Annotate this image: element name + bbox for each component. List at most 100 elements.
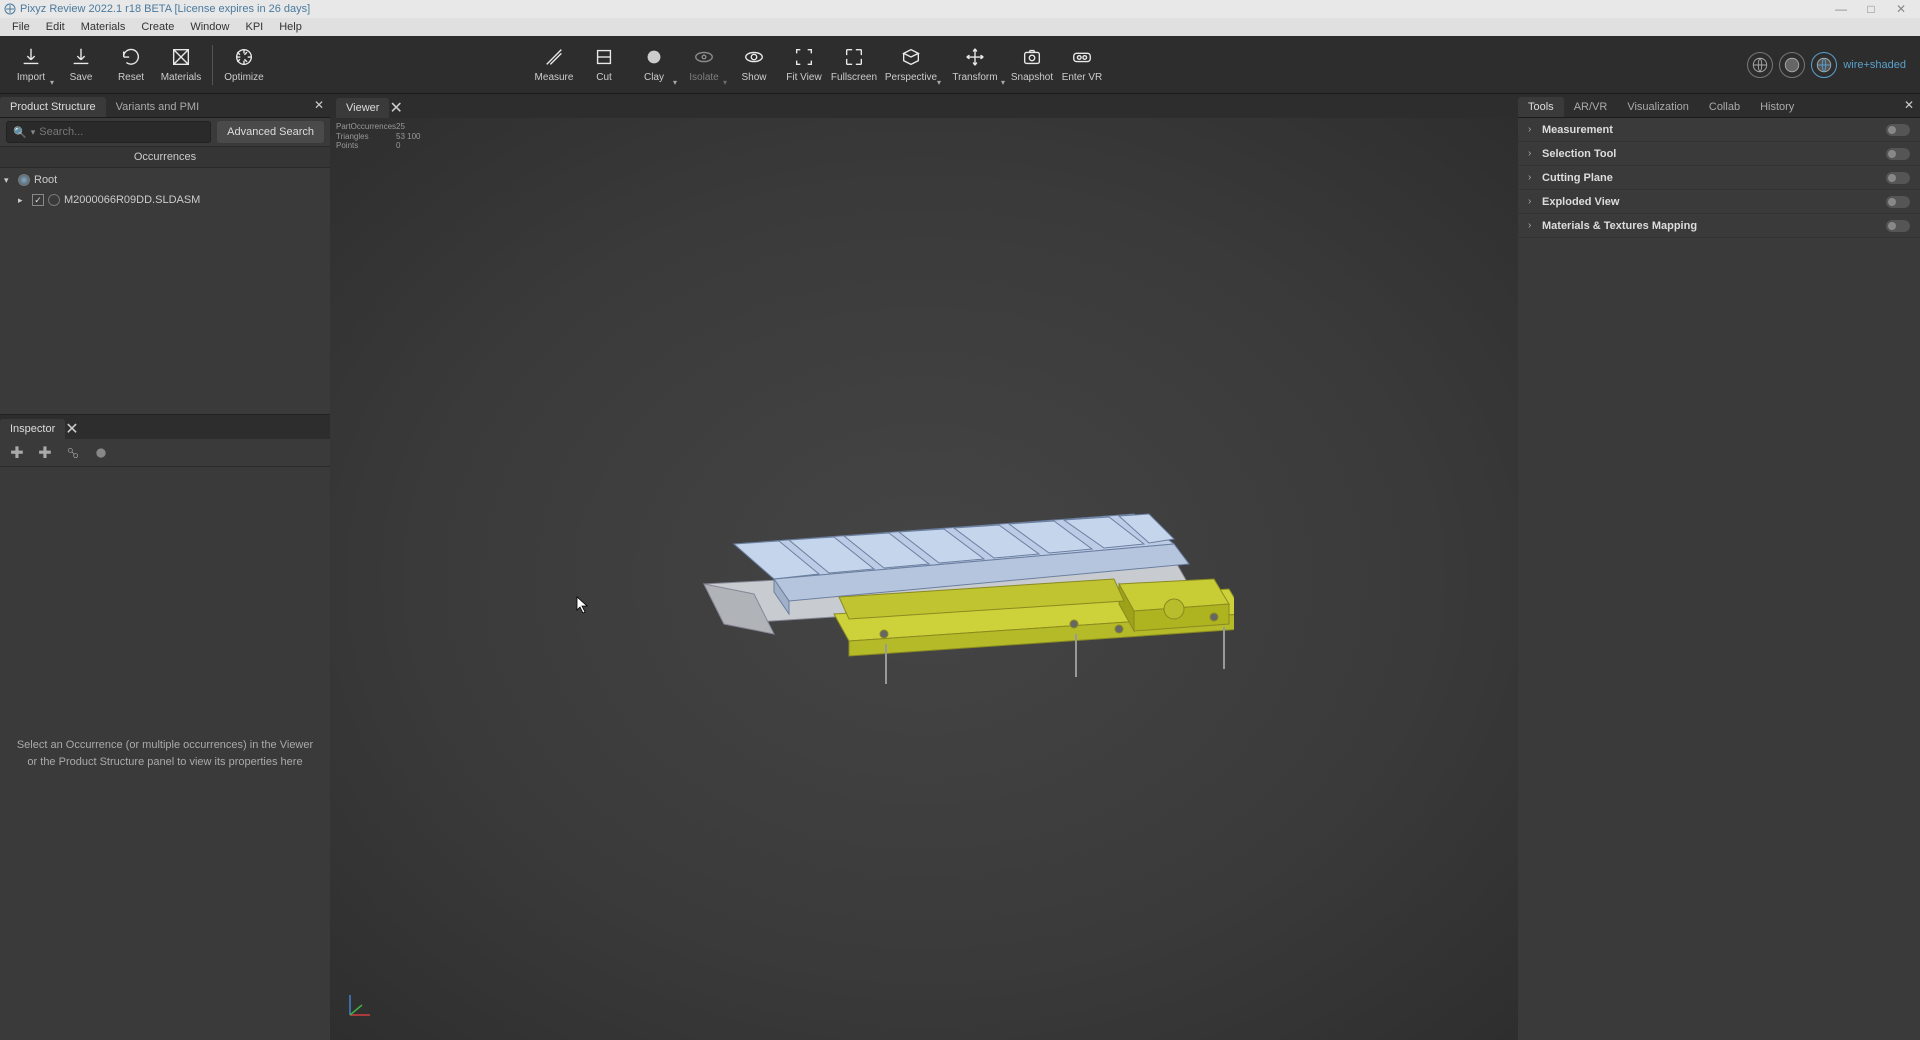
menu-kpi[interactable]: KPI bbox=[237, 21, 271, 33]
render-mode-label: wire+shaded bbox=[1843, 59, 1906, 71]
snapshot-icon bbox=[1021, 46, 1043, 68]
tab-tools[interactable]: Tools bbox=[1518, 97, 1564, 117]
measure-icon bbox=[543, 46, 565, 68]
window-title: Pixyz Review 2022.1 r18 BETA [License ex… bbox=[20, 3, 310, 15]
show-button[interactable]: Show bbox=[729, 39, 779, 91]
menu-materials[interactable]: Materials bbox=[73, 21, 134, 33]
close-inspector-button[interactable]: ✕ bbox=[65, 419, 78, 439]
tool-exploded-view[interactable]: › Exploded View bbox=[1518, 190, 1920, 214]
tool-cutting-plane[interactable]: › Cutting Plane bbox=[1518, 166, 1920, 190]
save-button[interactable]: Save bbox=[56, 39, 106, 91]
advanced-search-button[interactable]: Advanced Search bbox=[217, 121, 324, 143]
tree-root-row[interactable]: ▾ Root bbox=[0, 170, 330, 190]
expand-icon[interactable]: ▸ bbox=[18, 195, 28, 206]
tool-materials-textures[interactable]: › Materials & Textures Mapping bbox=[1518, 214, 1920, 238]
collapse-icon[interactable]: ▾ bbox=[4, 175, 14, 186]
toolbar-separator bbox=[212, 45, 213, 85]
app-logo-icon bbox=[4, 3, 16, 15]
tab-collab[interactable]: Collab bbox=[1699, 97, 1750, 117]
snapshot-button[interactable]: Snapshot bbox=[1007, 39, 1057, 91]
tools-list: › Measurement › Selection Tool › Cutting… bbox=[1518, 118, 1920, 238]
inspector-panel: Inspector ✕ ✚ ✚ Select an Occurrence (or… bbox=[0, 414, 330, 1040]
chevron-right-icon: › bbox=[1528, 220, 1542, 231]
toggle-switch[interactable] bbox=[1886, 148, 1910, 160]
render-mode-selector[interactable]: wire+shaded bbox=[1747, 52, 1914, 78]
fit-view-icon bbox=[793, 46, 815, 68]
vr-icon bbox=[1071, 46, 1093, 68]
reset-icon bbox=[120, 46, 142, 68]
model-view bbox=[614, 429, 1234, 729]
toggle-switch[interactable] bbox=[1886, 220, 1910, 232]
close-panel-button[interactable]: ✕ bbox=[314, 98, 324, 112]
minimize-button[interactable]: — bbox=[1826, 2, 1856, 16]
cursor-icon bbox=[576, 596, 590, 614]
right-tab-row: Tools AR/VR Visualization Collab History… bbox=[1518, 94, 1920, 118]
chevron-down-icon: ▾ bbox=[50, 78, 54, 87]
viewport-stats: PartOccurrences25 Triangles53 100 Points… bbox=[336, 122, 420, 151]
tab-product-structure[interactable]: Product Structure bbox=[0, 97, 106, 117]
transform-button[interactable]: Transform ▾ bbox=[943, 39, 1007, 91]
viewport-3d[interactable]: PartOccurrences25 Triangles53 100 Points… bbox=[330, 118, 1518, 1040]
tree-child-row[interactable]: ▸ ✓ M2000066R09DD.SLDASM bbox=[0, 190, 330, 210]
node-icon bbox=[48, 194, 60, 206]
add-icon[interactable]: ✚ bbox=[8, 444, 26, 462]
toggle-switch[interactable] bbox=[1886, 196, 1910, 208]
clay-icon bbox=[643, 46, 665, 68]
menu-help[interactable]: Help bbox=[271, 21, 310, 33]
left-tab-row: Product Structure Variants and PMI ✕ bbox=[0, 94, 330, 118]
toggle-switch[interactable] bbox=[1886, 172, 1910, 184]
cut-icon bbox=[593, 46, 615, 68]
maximize-button[interactable]: □ bbox=[1856, 2, 1886, 16]
tab-viewer[interactable]: Viewer bbox=[336, 98, 389, 118]
filter-dropdown-icon[interactable]: ▾ bbox=[31, 127, 36, 138]
tab-arvr[interactable]: AR/VR bbox=[1564, 97, 1618, 117]
right-panel: Tools AR/VR Visualization Collab History… bbox=[1518, 94, 1920, 1040]
close-right-panel-button[interactable]: ✕ bbox=[1904, 98, 1914, 112]
menu-file[interactable]: File bbox=[4, 21, 38, 33]
optimize-icon bbox=[233, 46, 255, 68]
close-window-button[interactable]: ✕ bbox=[1886, 2, 1916, 16]
materials-icon bbox=[170, 46, 192, 68]
tab-visualization[interactable]: Visualization bbox=[1617, 97, 1699, 117]
chevron-down-icon: ▾ bbox=[937, 78, 941, 87]
measure-button[interactable]: Measure bbox=[529, 39, 579, 91]
title-bar: Pixyz Review 2022.1 r18 BETA [License ex… bbox=[0, 0, 1920, 18]
optimize-button[interactable]: Optimize bbox=[219, 39, 269, 91]
perspective-button[interactable]: Perspective ▾ bbox=[879, 39, 943, 91]
tab-inspector[interactable]: Inspector bbox=[0, 419, 65, 439]
axis-gizmo bbox=[344, 991, 374, 1026]
fullscreen-button[interactable]: Fullscreen bbox=[829, 39, 879, 91]
add-alt-icon[interactable]: ✚ bbox=[36, 444, 54, 462]
search-input[interactable]: 🔍 ▾ Search... bbox=[6, 121, 211, 143]
isolate-button[interactable]: Isolate ▾ bbox=[679, 39, 729, 91]
inspector-hint: Select an Occurrence (or multiple occurr… bbox=[0, 737, 330, 770]
menu-edit[interactable]: Edit bbox=[38, 21, 73, 33]
tool-selection[interactable]: › Selection Tool bbox=[1518, 142, 1920, 166]
chevron-down-icon: ▾ bbox=[1001, 78, 1005, 87]
chevron-right-icon: › bbox=[1528, 172, 1542, 183]
link-icon[interactable] bbox=[64, 444, 82, 462]
visibility-checkbox[interactable]: ✓ bbox=[32, 194, 44, 206]
import-button[interactable]: Import ▾ bbox=[6, 39, 56, 91]
tool-measurement[interactable]: › Measurement bbox=[1518, 118, 1920, 142]
node-icon bbox=[18, 174, 30, 186]
menu-create[interactable]: Create bbox=[133, 21, 182, 33]
sphere-icon[interactable] bbox=[92, 444, 110, 462]
chevron-right-icon: › bbox=[1528, 196, 1542, 207]
materials-button[interactable]: Materials bbox=[156, 39, 206, 91]
cut-button[interactable]: Cut bbox=[579, 39, 629, 91]
viewer-panel: Viewer ✕ PartOccurrences25 Triangles53 1… bbox=[330, 94, 1518, 1040]
fit-view-button[interactable]: Fit View bbox=[779, 39, 829, 91]
reset-button[interactable]: Reset bbox=[106, 39, 156, 91]
render-wireframe-icon bbox=[1747, 52, 1773, 78]
tab-history[interactable]: History bbox=[1750, 97, 1804, 117]
enter-vr-button[interactable]: Enter VR bbox=[1057, 39, 1107, 91]
close-viewer-button[interactable]: ✕ bbox=[389, 98, 402, 118]
render-wire-shaded-icon bbox=[1811, 52, 1837, 78]
chevron-right-icon: › bbox=[1528, 124, 1542, 135]
menu-bar: File Edit Materials Create Window KPI He… bbox=[0, 18, 1920, 36]
menu-window[interactable]: Window bbox=[182, 21, 237, 33]
toggle-switch[interactable] bbox=[1886, 124, 1910, 136]
tab-variants-pmi[interactable]: Variants and PMI bbox=[106, 97, 210, 117]
clay-button[interactable]: Clay ▾ bbox=[629, 39, 679, 91]
